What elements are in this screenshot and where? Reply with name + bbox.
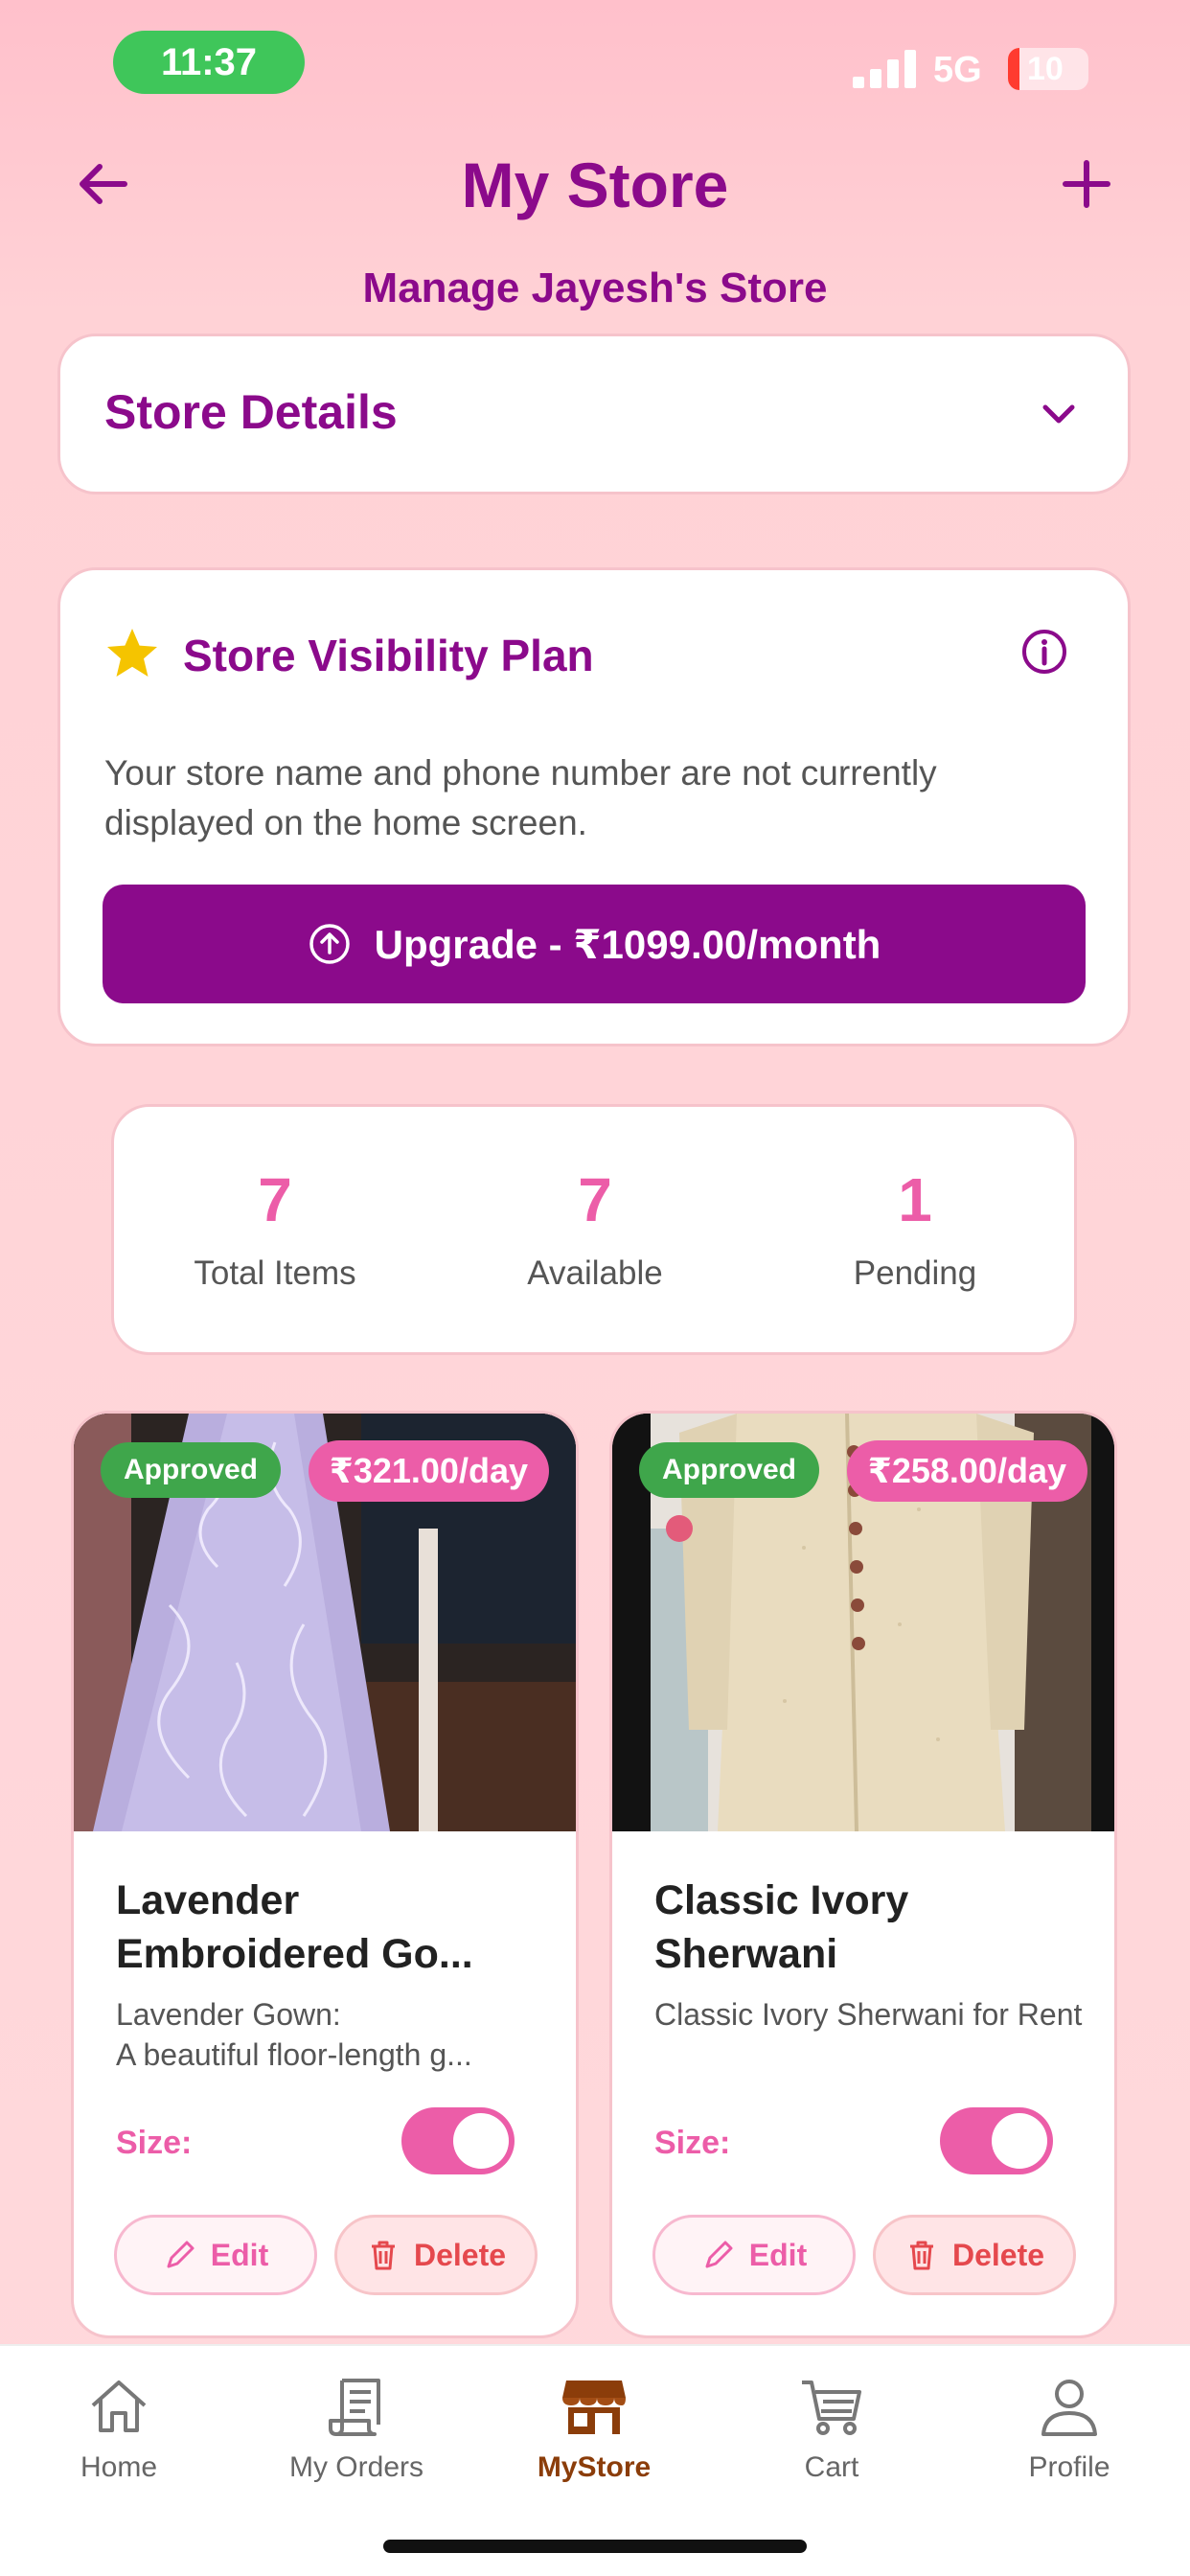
home-icon	[91, 2380, 147, 2432]
nav-label: Profile	[1028, 2451, 1110, 2483]
nav-item-profile[interactable]: Profile	[973, 2371, 1165, 2484]
stat-value: 7	[258, 1165, 292, 1234]
stat-value: 7	[578, 1165, 612, 1234]
trash-icon	[371, 2241, 395, 2270]
edit-button-label: Edit	[748, 2237, 808, 2272]
product-description: Lavender Gown: A beautiful floor-length …	[116, 1994, 547, 2075]
product-image[interactable]: Approved ₹321.00/day	[74, 1414, 576, 1831]
stat-label: Available	[527, 1254, 663, 1292]
page-subtitle: Manage Jayesh's Store	[362, 264, 828, 311]
store-icon	[562, 2380, 626, 2434]
delete-button-label: Delete	[413, 2237, 507, 2272]
battery-icon: 10	[1008, 48, 1088, 90]
product-name: Classic Ivory Sherwani	[654, 1877, 909, 1977]
network-type: 5G	[933, 50, 982, 90]
nav-item-mystore[interactable]: MyStore	[498, 2371, 690, 2484]
delete-button[interactable]: Delete	[873, 2215, 1076, 2295]
edit-button[interactable]: Edit	[114, 2215, 317, 2295]
nav-item-home[interactable]: Home	[23, 2371, 215, 2484]
cart-icon	[802, 2380, 861, 2435]
product-card[interactable]: Approved ₹321.00/day Lavender Embroidere…	[71, 1411, 579, 2338]
nav-item-cart[interactable]: Cart	[736, 2371, 927, 2484]
nav-label: MyStore	[537, 2451, 652, 2483]
pencil-icon	[705, 2241, 733, 2268]
store-details-accordion[interactable]: Store Details	[57, 334, 1131, 494]
stat-total-items: 7 Total Items	[131, 1164, 419, 1293]
nav-label: Home	[80, 2451, 158, 2483]
add-icon[interactable]	[1056, 153, 1117, 215]
pencil-icon	[167, 2241, 195, 2268]
product-image[interactable]: Approved ₹258.00/day	[612, 1414, 1114, 1831]
store-stats-card: 7 Total Items 7 Available 1 Pending	[111, 1104, 1077, 1355]
product-description-line: Lavender Gown:	[116, 1997, 341, 2032]
stat-value: 1	[898, 1165, 932, 1234]
signal-icon	[853, 50, 916, 88]
price-badge: ₹321.00/day	[308, 1440, 549, 1502]
page-title: My Store	[461, 150, 729, 220]
nav-label: Cart	[804, 2451, 859, 2483]
upgrade-button-label: Upgrade - ₹1099.00/month	[374, 921, 881, 967]
edit-button-label: Edit	[210, 2237, 269, 2272]
price-badge: ₹258.00/day	[846, 1440, 1087, 1502]
profile-icon	[1041, 2380, 1097, 2436]
upload-circle-icon	[309, 924, 350, 964]
status-time: 11:37	[113, 31, 305, 94]
stat-available: 7 Available	[451, 1164, 739, 1293]
upgrade-button[interactable]: Upgrade - ₹1099.00/month	[103, 885, 1086, 1003]
product-name: Lavender Embroidered Go...	[116, 1877, 473, 1977]
size-label: Size:	[654, 2125, 731, 2161]
info-icon[interactable]	[1020, 628, 1068, 676]
visibility-plan-description: Your store name and phone number are not…	[104, 753, 937, 842]
battery-level: 10	[1027, 50, 1064, 87]
nav-label: My Orders	[288, 2451, 423, 2483]
product-description: Classic Ivory Sherwani for Rent	[654, 1997, 1083, 2032]
product-card[interactable]: Approved ₹258.00/day Classic Ivory Sherw…	[609, 1411, 1117, 2338]
store-details-label: Store Details	[104, 385, 398, 439]
store-visibility-card: Store Visibility Plan Your store name an…	[57, 567, 1131, 1046]
status-badge: Approved	[101, 1442, 282, 1498]
stat-label: Pending	[853, 1254, 977, 1292]
status-badge: Approved	[639, 1442, 820, 1498]
size-toggle[interactable]	[401, 2107, 515, 2174]
stat-label: Total Items	[194, 1254, 356, 1292]
delete-button[interactable]: Delete	[334, 2215, 538, 2295]
nav-item-my-orders[interactable]: My Orders	[261, 2371, 452, 2484]
chevron-down-icon	[1042, 404, 1075, 424]
size-label: Size:	[116, 2125, 193, 2161]
star-icon	[107, 629, 157, 677]
product-description-line: A beautiful floor-length g...	[116, 2037, 472, 2072]
orders-icon	[329, 2379, 380, 2436]
delete-button-label: Delete	[951, 2237, 1045, 2272]
trash-icon	[909, 2241, 933, 2270]
stat-pending: 1 Pending	[771, 1164, 1059, 1293]
home-indicator	[383, 2540, 807, 2553]
edit-button[interactable]: Edit	[652, 2215, 856, 2295]
size-toggle[interactable]	[940, 2107, 1053, 2174]
visibility-plan-title: Store Visibility Plan	[183, 631, 594, 680]
